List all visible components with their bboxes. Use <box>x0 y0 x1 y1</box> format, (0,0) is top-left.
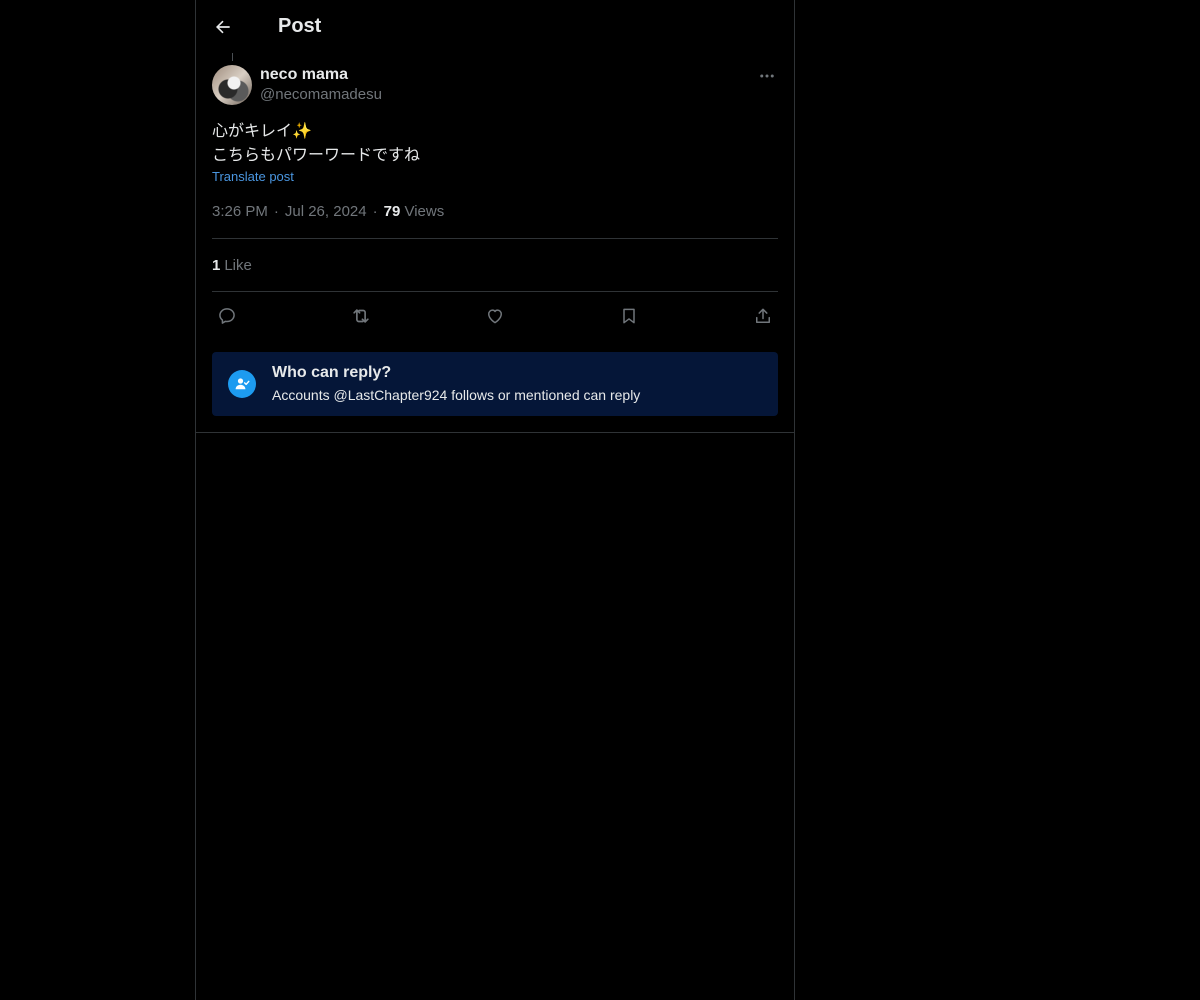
repost-button[interactable] <box>350 305 372 327</box>
post-text: 心がキレイ✨ こちらもパワーワードですね <box>212 119 778 167</box>
avatar[interactable] <box>212 65 252 105</box>
bookmark-icon <box>623 308 635 324</box>
post-column: Post neco mama @necomamadesu 心がキレイ✨ こちらも… <box>195 0 795 1000</box>
page-title: Post <box>278 15 322 37</box>
author-handle[interactable]: @necomamadesu <box>260 85 382 105</box>
likes-label: Like <box>224 256 252 274</box>
author-row: neco mama @necomamadesu <box>212 53 778 105</box>
reply-button[interactable] <box>216 305 238 327</box>
arrow-left-icon <box>216 20 230 33</box>
post-metadata: 3:26 PM · Jul 26, 2024 · 79 Views <box>212 202 778 222</box>
like-button[interactable] <box>484 305 506 327</box>
likes-count: 1 <box>212 256 221 274</box>
reply-restriction-description: Accounts @LastChapter924 follows or ment… <box>272 387 641 403</box>
share-icon <box>756 308 770 323</box>
reply-restriction-text: Who can reply? Accounts @LastChapter924 … <box>272 363 640 405</box>
post-detail: neco mama @necomamadesu 心がキレイ✨ こちらもパワーワー… <box>196 53 794 433</box>
post-date[interactable]: Jul 26, 2024 <box>285 203 367 220</box>
more-options-button[interactable] <box>756 65 778 87</box>
post-text-line: 心がキレイ✨ <box>212 121 312 140</box>
reply-restriction-banner: Who can reply? Accounts @LastChapter924 … <box>212 352 778 416</box>
person-check-glyph <box>235 378 250 390</box>
more-horizontal-icon <box>760 74 774 78</box>
reply-restriction-title: Who can reply? <box>272 364 392 381</box>
likes-summary[interactable]: 1 Like <box>212 239 778 291</box>
post-text-line: こちらもパワーワードですね <box>212 145 421 164</box>
page-header: Post <box>196 0 794 53</box>
views-label: Views <box>404 203 445 220</box>
author-names: neco mama @necomamadesu <box>260 65 382 105</box>
author-display-name[interactable]: neco mama <box>260 65 382 85</box>
person-check-icon <box>228 370 256 398</box>
translate-post-link[interactable]: Translate post <box>212 169 294 184</box>
share-button[interactable] <box>752 305 774 327</box>
bookmark-button[interactable] <box>618 305 640 327</box>
reply-icon <box>219 308 235 324</box>
separator-dot: · <box>273 203 279 220</box>
like-icon <box>488 309 502 324</box>
post-actions <box>212 291 778 340</box>
repost-icon <box>353 309 369 323</box>
separator-dot: · <box>372 203 378 220</box>
views-count: 79 <box>383 203 401 220</box>
post-time[interactable]: 3:26 PM <box>212 203 268 220</box>
back-button[interactable] <box>212 16 234 38</box>
